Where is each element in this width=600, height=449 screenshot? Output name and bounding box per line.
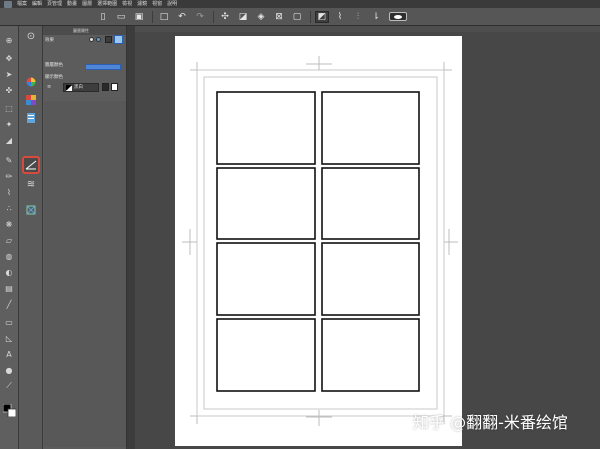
app-window: 檔案 編輯 頁管理 動畫 圖層 選擇範圍 檢視 濾鏡 視窗 說明 ▯ ▭ ▣ □… — [0, 0, 600, 449]
panel-r3-c1 — [216, 242, 316, 316]
panel-r4-c1 — [216, 318, 316, 392]
panel-r4-c2 — [321, 318, 420, 392]
panel-r1-c1 — [216, 91, 316, 165]
panel-r1-c2 — [321, 91, 420, 165]
panel-r3-c2 — [321, 242, 420, 316]
panel-r2-c2 — [321, 167, 420, 240]
panel-r2-c1 — [216, 167, 316, 240]
canvas-drawing[interactable] — [0, 0, 600, 449]
watermark-text: 知乎 @翻翻-米番绘馆 — [413, 413, 568, 432]
